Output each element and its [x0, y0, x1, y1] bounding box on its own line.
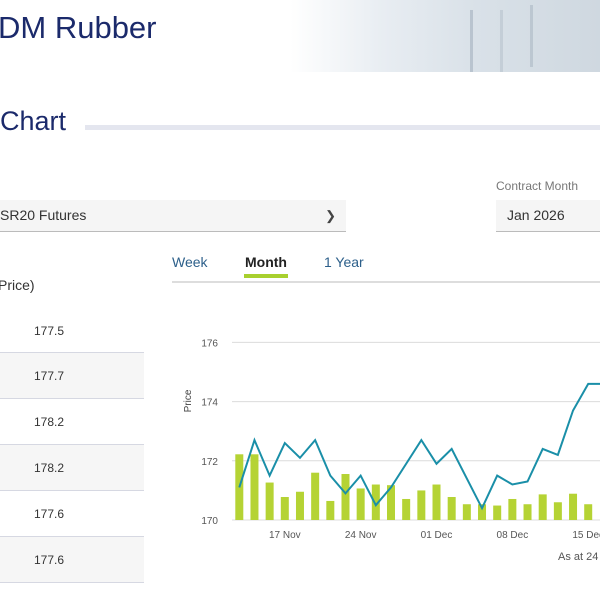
y-tick-label: 172: [201, 457, 218, 468]
volume-bar: [280, 497, 289, 520]
volume-bar: [553, 502, 562, 520]
volume-bar: [326, 500, 335, 520]
x-tick-label: 15 Dec: [572, 530, 600, 541]
volume-bar: [569, 493, 578, 520]
volume-bar: [250, 454, 259, 520]
y-tick-label: 174: [201, 398, 218, 409]
x-tick-label: 08 Dec: [497, 530, 529, 541]
x-tick-label: 01 Dec: [421, 530, 453, 541]
volume-bar: [538, 494, 547, 520]
price-line: [238, 382, 600, 511]
y-tick-label: 170: [201, 516, 218, 527]
volume-bar: [462, 504, 471, 520]
x-tick-label: 17 Nov: [269, 530, 301, 541]
volume-bar: [432, 484, 441, 520]
volume-bar: [295, 491, 304, 520]
volume-bar: [508, 498, 517, 520]
y-axis-label: Price: [183, 389, 194, 412]
as-at-note: As at 24: [558, 551, 599, 563]
volume-bar: [341, 474, 350, 520]
volume-bar: [584, 504, 593, 520]
x-tick-label: 24 Nov: [345, 530, 377, 541]
price-chart: 170 172 174 176 Price 17 Nov 24 Nov 01 Dec 08 De…: [183, 338, 600, 541]
volume-bar: [356, 488, 365, 520]
volume-bar: [523, 504, 532, 520]
volume-bar: [402, 498, 411, 520]
volume-bar: [447, 497, 456, 520]
volume-bar: [311, 472, 320, 520]
volume-bar: [417, 490, 426, 520]
y-tick-label: 176: [201, 338, 218, 349]
volume-bar: [493, 505, 502, 520]
volume-bar: [265, 482, 274, 520]
